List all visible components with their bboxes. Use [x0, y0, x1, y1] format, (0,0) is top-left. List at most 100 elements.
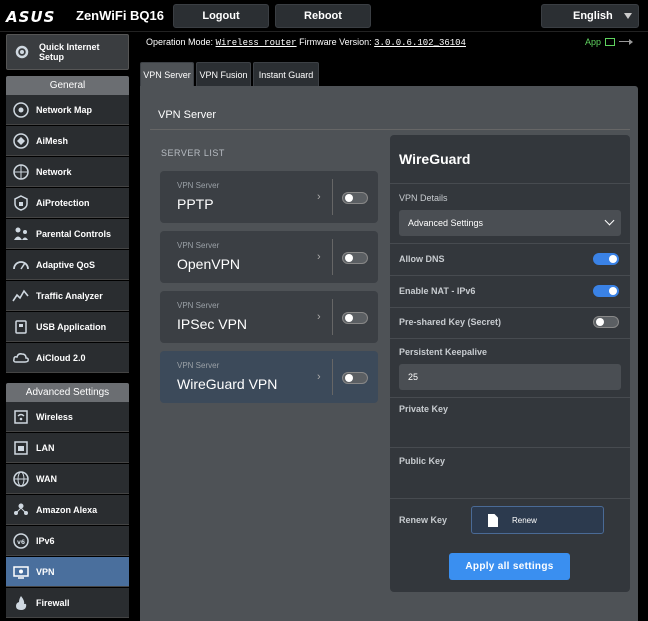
advanced-settings-header: Advanced Settings: [6, 383, 129, 403]
sidebar-item-aicloud[interactable]: AiCloud 2.0: [6, 343, 129, 373]
row-divider: [390, 338, 630, 339]
sidebar-item-adaptive-qos[interactable]: Adaptive QoS: [6, 250, 129, 280]
caret-down-icon: [624, 13, 632, 19]
sidebar-item-label: AiMesh: [36, 135, 69, 146]
network-icon: [10, 161, 32, 183]
wireguard-title: WireGuard: [399, 151, 471, 167]
sidebar-item-vpn[interactable]: VPN: [6, 557, 129, 587]
asus-logo: ASUS: [6, 8, 56, 26]
row-divider: [390, 307, 630, 308]
cloud-icon: [10, 347, 32, 369]
server-card-caption: VPN Server: [177, 361, 220, 370]
server-card-wireguard[interactable]: VPN Server WireGuard VPN ›: [160, 351, 378, 403]
vpn-details-value: Advanced Settings: [408, 218, 484, 228]
sidebar-item-amazon-alexa[interactable]: Amazon Alexa: [6, 495, 129, 525]
lan-icon: [10, 437, 32, 459]
pptp-toggle[interactable]: [342, 192, 368, 204]
sidebar-item-label: Traffic Analyzer: [36, 290, 103, 301]
card-separator: [332, 179, 333, 215]
status-line: Operation Mode: Wireless router Firmware…: [146, 37, 466, 48]
server-card-caption: VPN Server: [177, 301, 220, 310]
sidebar-item-network[interactable]: Network: [6, 157, 129, 187]
server-card-caption: VPN Server: [177, 181, 220, 190]
sidebar-item-label: VPN: [36, 566, 55, 577]
page-title: VPN Server: [158, 109, 217, 121]
renew-button[interactable]: Renew: [471, 506, 604, 534]
row-divider: [390, 447, 630, 448]
sidebar-item-label: AiCloud 2.0: [36, 352, 86, 363]
firewall-icon: [10, 592, 32, 614]
qis-gear-icon: [11, 41, 33, 63]
wireless-icon: [10, 406, 32, 428]
reboot-button[interactable]: Reboot: [275, 4, 371, 28]
chevron-down-icon: [604, 215, 615, 226]
qos-gauge-icon: [10, 254, 32, 276]
sidebar-item-wan[interactable]: WAN: [6, 464, 129, 494]
sidebar-item-label: Firewall: [36, 597, 70, 608]
aimesh-icon: [10, 130, 32, 152]
sidebar-item-aiprotection[interactable]: AiProtection: [6, 188, 129, 218]
sidebar-item-firewall[interactable]: Firewall: [6, 588, 129, 618]
sidebar-item-label: WAN: [36, 473, 57, 484]
sidebar-item-label: AiProtection: [36, 197, 90, 208]
aiprotection-icon: [10, 192, 32, 214]
allow-dns-toggle[interactable]: [593, 253, 619, 265]
sidebar-item-label: Parental Controls: [36, 228, 112, 239]
language-select[interactable]: English: [541, 4, 639, 28]
sidebar-item-label: USB Application: [36, 321, 107, 332]
server-card-name: WireGuard VPN: [177, 376, 278, 392]
apply-all-settings-button[interactable]: Apply all settings: [449, 553, 570, 580]
sidebar-item-usb-application[interactable]: USB Application: [6, 312, 129, 342]
row-divider: [390, 498, 630, 499]
keepalive-label: Persistent Keepalive: [399, 347, 488, 357]
chevron-right-icon: ›: [317, 371, 321, 383]
enable-nat-toggle[interactable]: [593, 285, 619, 297]
tab-vpn-server[interactable]: VPN Server: [140, 62, 194, 86]
openvpn-toggle[interactable]: [342, 252, 368, 264]
tab-vpn-fusion[interactable]: VPN Fusion: [196, 62, 251, 86]
sidebar-item-wireless[interactable]: Wireless: [6, 402, 129, 432]
sidebar-item-traffic-analyzer[interactable]: Traffic Analyzer: [6, 281, 129, 311]
parental-controls-icon: [10, 223, 32, 245]
sidebar-item-ipv6[interactable]: v6 IPv6: [6, 526, 129, 556]
card-separator: [332, 239, 333, 275]
sidebar-item-label: Amazon Alexa: [36, 504, 98, 515]
ipv6-icon: v6: [10, 530, 32, 552]
app-status[interactable]: App: [585, 37, 634, 47]
psk-toggle[interactable]: [593, 316, 619, 328]
sidebar-item-network-map[interactable]: Network Map: [6, 95, 129, 125]
chevron-right-icon: ›: [317, 251, 321, 263]
qis-label-2: Setup: [39, 52, 65, 62]
server-card-caption: VPN Server: [177, 241, 220, 250]
server-card-name: IPSec VPN: [177, 316, 248, 332]
wireguard-toggle[interactable]: [342, 372, 368, 384]
tab-instant-guard[interactable]: Instant Guard: [253, 62, 319, 86]
server-card-openvpn[interactable]: VPN Server OpenVPN ›: [160, 231, 378, 283]
logout-button[interactable]: Logout: [173, 4, 269, 28]
title-divider: [150, 129, 630, 130]
row-divider: [390, 397, 630, 398]
renew-button-label: Renew: [512, 515, 537, 525]
operation-mode-link[interactable]: Wireless router: [216, 38, 297, 48]
sidebar-item-lan[interactable]: LAN: [6, 433, 129, 463]
card-separator: [332, 299, 333, 335]
server-card-pptp[interactable]: VPN Server PPTP ›: [160, 171, 378, 223]
keepalive-input[interactable]: [399, 364, 621, 390]
row-divider: [390, 275, 630, 276]
firmware-version-link[interactable]: 3.0.0.6.102_36104: [374, 38, 466, 48]
sidebar-item-aimesh[interactable]: AiMesh: [6, 126, 129, 156]
psk-label: Pre-shared Key (Secret): [399, 317, 502, 327]
app-label: App: [585, 37, 602, 47]
language-label: English: [573, 10, 613, 22]
ipsec-toggle[interactable]: [342, 312, 368, 324]
server-card-ipsec[interactable]: VPN Server IPSec VPN ›: [160, 291, 378, 343]
usb-status-icon: [619, 38, 634, 46]
traffic-analyzer-icon: [10, 285, 32, 307]
sidebar-item-label: Adaptive QoS: [36, 259, 96, 270]
vpn-details-select[interactable]: Advanced Settings: [399, 210, 621, 236]
sidebar-item-parental-controls[interactable]: Parental Controls: [6, 219, 129, 249]
allow-dns-label: Allow DNS: [399, 254, 445, 264]
operation-mode-label: Operation Mode:: [146, 37, 214, 47]
quick-internet-setup[interactable]: Quick Internet Setup: [6, 34, 129, 70]
row-divider: [390, 183, 630, 184]
